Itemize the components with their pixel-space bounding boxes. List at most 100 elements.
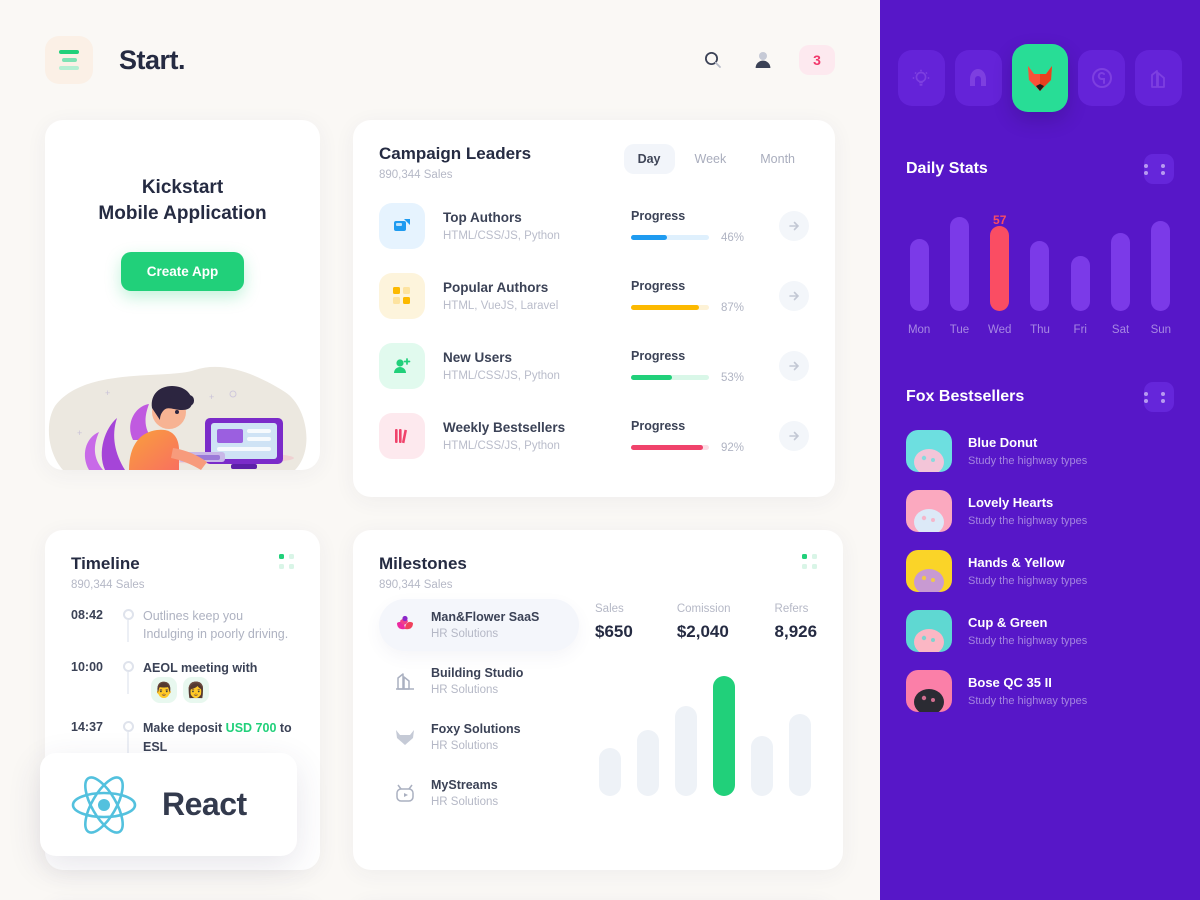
milestone-sub: HR Solutions [431,684,499,696]
timeline-marker [113,719,143,755]
fox-bestseller-sub: Study the highway types [968,455,1088,467]
milestones-stats: Sales $650 Comission $2,040 Refers 8,926 [595,599,817,642]
header-actions: 3 [699,45,835,75]
campaign-leader-row[interactable]: New Users HTML/CSS/JS, Python Progress 53% [379,331,809,401]
fox-bestseller-item[interactable]: Bose QC 35 II Study the highway types [906,670,1174,712]
milestones-subtitle: 890,344 Sales [379,579,453,591]
campaign-leader-row[interactable]: Popular Authors HTML, VueJS, Laravel Progr… [379,261,809,331]
search-icon[interactable] [699,46,727,74]
campaign-leader-tags: HTML/CSS/JS, Python [443,440,560,452]
chevron-right-icon[interactable] [779,351,809,381]
tab-week[interactable]: Week [681,144,741,174]
progress-percent: 53% [721,371,745,384]
milestones-menu-icon[interactable] [802,554,817,569]
milestone-sub: HR Solutions [431,740,499,752]
daily-stats-column: 57 Wed [987,213,1013,336]
fox-bestsellers-header: Fox Bestsellers [880,382,1200,412]
milestone-name: MyStreams [431,778,498,792]
progress-label: Progress [631,418,686,433]
daily-stats-menu-icon[interactable] [1144,154,1174,184]
campaign-subtitle: 890,344 Sales [379,169,453,181]
tab-month[interactable]: Month [746,144,809,174]
fox-bestsellers-menu-icon[interactable] [1144,382,1174,412]
right-sidebar: Daily Stats Mon Tue 57 Wed Thu Fri Sat Sun Fox … [880,0,1200,900]
react-label: React [162,786,247,822]
fox-icon[interactable] [1011,44,1069,112]
arch-icon[interactable] [954,50,1002,106]
daily-stats-value-label: 57 [993,213,1007,227]
fox-bestseller-item[interactable]: Hands & Yellow Study the highway types [906,550,1174,592]
timeline-entry[interactable]: 10:00 AEOL meeting with 👨 👩 [71,659,294,704]
milestone-item[interactable]: Foxy Solutions HR Solutions [379,711,579,763]
fox-bestseller-sub: Study the highway types [968,515,1088,527]
campaign-leader-text: Popular Authors HTML, VueJS, Laravel [443,280,631,312]
timeline-marker [113,659,143,695]
building-icon[interactable] [1135,50,1182,106]
nine-icon[interactable] [1078,50,1126,106]
svg-text:+: + [77,428,82,438]
daily-stats-tick-label: Wed [987,324,1012,336]
fox-bestsellers-list: Blue Donut Study the highway types Lovely … [880,430,1200,712]
campaign-leaders-card: Campaign Leaders 890,344 Sales Day Week … [353,120,835,497]
react-badge-card[interactable]: React [40,753,297,856]
timeline-entry[interactable]: 08:42 Outlines keep you Indulging in poor… [71,607,294,643]
milestone-stat-value: 8,926 [774,622,818,641]
fox-bestseller-name: Blue Donut [968,435,1038,450]
create-app-button[interactable]: Create App [120,252,245,292]
campaign-leader-name: New Users [443,350,513,365]
campaign-header: Campaign Leaders 890,344 Sales Day Week … [379,144,809,181]
fox-bestseller-item[interactable]: Lovely Hearts Study the highway types [906,490,1174,532]
fox-bestseller-item[interactable]: Cup & Green Study the highway types [906,610,1174,652]
fox-bestseller-sub: Study the highway types [968,575,1088,587]
milestone-stat: Comission $2,040 [677,603,731,642]
daily-stats-leader-line [998,227,1001,243]
timeline-time: 14:37 [71,720,103,735]
flower-icon [391,614,419,636]
avatar: 👨 [151,677,177,704]
campaign-leader-row[interactable]: Weekly Bestsellers HTML/CSS/JS, Python Pro… [379,401,809,471]
milestone-item[interactable]: Building Studio HR Solutions [379,655,579,707]
milestone-stat: Refers 8,926 [775,603,818,642]
svg-text:+: + [209,392,214,402]
bulb-icon[interactable] [898,50,945,106]
milestone-stat: Sales $650 [595,603,633,642]
fox-bestseller-item[interactable]: Blue Donut Study the highway types [906,430,1174,472]
campaign-leader-name: Popular Authors [443,280,549,295]
timeline-entry-body: AEOL meeting with 👨 👩 [143,659,294,704]
campaign-leader-progress: Progress 92% [631,419,779,454]
timeline-entry[interactable]: 14:37 Make deposit USD 700 to ESL [71,719,294,755]
campaign-leader-row[interactable]: Top Authors HTML/CSS/JS, Python Progress 46… [379,191,809,261]
chevron-right-icon[interactable] [779,421,809,451]
chevron-right-icon[interactable] [779,211,809,241]
campaign-leader-progress: Progress 53% [631,349,779,384]
main-panel: Start. 3 Kickstart Mobile Application Cr… [0,0,880,900]
hamburger-logo-icon[interactable] [45,36,93,84]
milestone-stat-label: Sales [595,603,624,615]
daily-stats-tick-label: Fri [1073,324,1087,336]
campaign-title: Campaign Leaders [379,144,532,163]
daily-stats-tick-label: Sat [1111,324,1130,336]
milestone-name: Building Studio [431,666,524,680]
milestone-item[interactable]: MyStreams HR Solutions [379,767,579,819]
timeline-menu-icon[interactable] [279,554,294,569]
books-icon [379,413,425,459]
chevron-right-icon[interactable] [779,281,809,311]
progress-label: Progress [631,348,686,363]
campaign-leader-text: Weekly Bestsellers HTML/CSS/JS, Python [443,420,631,452]
tab-day[interactable]: Day [623,144,675,174]
fox-head-icon [391,726,419,748]
milestones-title: Milestones [379,554,467,573]
timeline-avatars: 👨 👩 [151,677,209,704]
daily-stats-bar [1151,221,1171,311]
timeline-amount: USD 700 [225,721,277,736]
milestone-name: Man&Flower SaaS [431,610,540,624]
timeline-time: 10:00 [71,660,103,675]
milestone-item[interactable]: Man&Flower SaaS HR Solutions [379,599,579,651]
milestone-chart-bar [751,736,773,796]
notification-badge[interactable]: 3 [799,45,835,75]
campaign-leader-text: Top Authors HTML/CSS/JS, Python [443,210,631,242]
dashboard-row-1: Kickstart Mobile Application Create App [0,120,880,497]
avatar: 👩 [183,677,209,704]
add-user-icon [379,343,425,389]
user-icon[interactable] [749,46,777,74]
